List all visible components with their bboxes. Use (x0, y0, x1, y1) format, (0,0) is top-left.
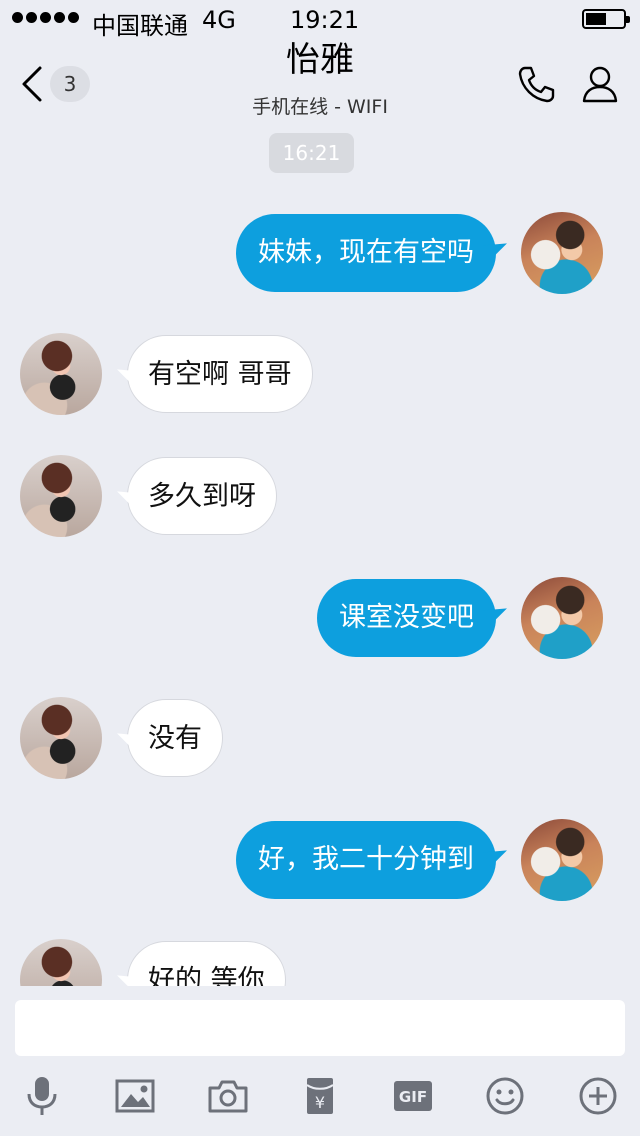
incoming-message-bubble[interactable]: 有空啊 哥哥 (127, 335, 313, 413)
incoming-message-bubble[interactable]: 多久到呀 (127, 457, 277, 535)
my-avatar[interactable] (521, 819, 603, 901)
my-avatar[interactable] (521, 577, 603, 659)
contact-avatar[interactable] (20, 333, 102, 415)
message-timestamp: 16:21 (269, 133, 354, 173)
battery-icon (582, 9, 630, 29)
message-input[interactable] (15, 1000, 625, 1056)
camera-icon[interactable] (206, 1074, 250, 1118)
message-list[interactable]: 妹妹，现在有空吗 有空啊 哥哥 多久到呀 课室没变吧 没有 好，我二十分钟到 好… (0, 180, 640, 986)
profile-icon[interactable] (580, 64, 620, 104)
incoming-message-bubble[interactable]: 没有 (127, 699, 223, 777)
emoji-icon[interactable] (483, 1074, 527, 1118)
network-type: 4G (202, 6, 236, 34)
contact-avatar[interactable] (20, 697, 102, 779)
chat-header: 3 怡雅 手机在线 - WIFI (0, 40, 640, 128)
message-row-outgoing: 课室没变吧 (0, 577, 640, 667)
red-packet-icon[interactable]: ¥ (298, 1074, 342, 1118)
message-row-incoming: 没有 (0, 697, 640, 787)
status-bar: 中国联通 4G 19:21 (0, 0, 640, 40)
phone-call-icon[interactable] (516, 64, 556, 104)
microphone-icon[interactable] (20, 1074, 64, 1118)
svg-text:¥: ¥ (315, 1093, 325, 1112)
outgoing-message-bubble[interactable]: 课室没变吧 (317, 579, 496, 657)
chat-toolbar: ¥ GIF (0, 1066, 640, 1126)
signal-strength-icon (12, 12, 79, 23)
contact-avatar[interactable] (20, 939, 102, 986)
contact-avatar[interactable] (20, 455, 102, 537)
message-row-outgoing: 好，我二十分钟到 (0, 819, 640, 909)
message-row-incoming: 多久到呀 (0, 455, 640, 545)
my-avatar[interactable] (521, 212, 603, 294)
message-row-incoming: 好的 等你 (0, 939, 640, 986)
plus-icon[interactable] (576, 1074, 620, 1118)
incoming-message-bubble[interactable]: 好的 等你 (127, 941, 286, 986)
battery-level (586, 13, 606, 25)
image-icon[interactable] (113, 1074, 157, 1118)
outgoing-message-bubble[interactable]: 好，我二十分钟到 (236, 821, 496, 899)
outgoing-message-bubble[interactable]: 妹妹，现在有空吗 (236, 214, 496, 292)
carrier-name: 中国联通 (92, 12, 188, 40)
message-row-outgoing: 妹妹，现在有空吗 (0, 212, 640, 302)
message-row-incoming: 有空啊 哥哥 (0, 333, 640, 423)
gif-label: GIF (399, 1088, 427, 1106)
gif-icon[interactable]: GIF (391, 1074, 435, 1118)
status-time: 19:21 (290, 6, 360, 34)
